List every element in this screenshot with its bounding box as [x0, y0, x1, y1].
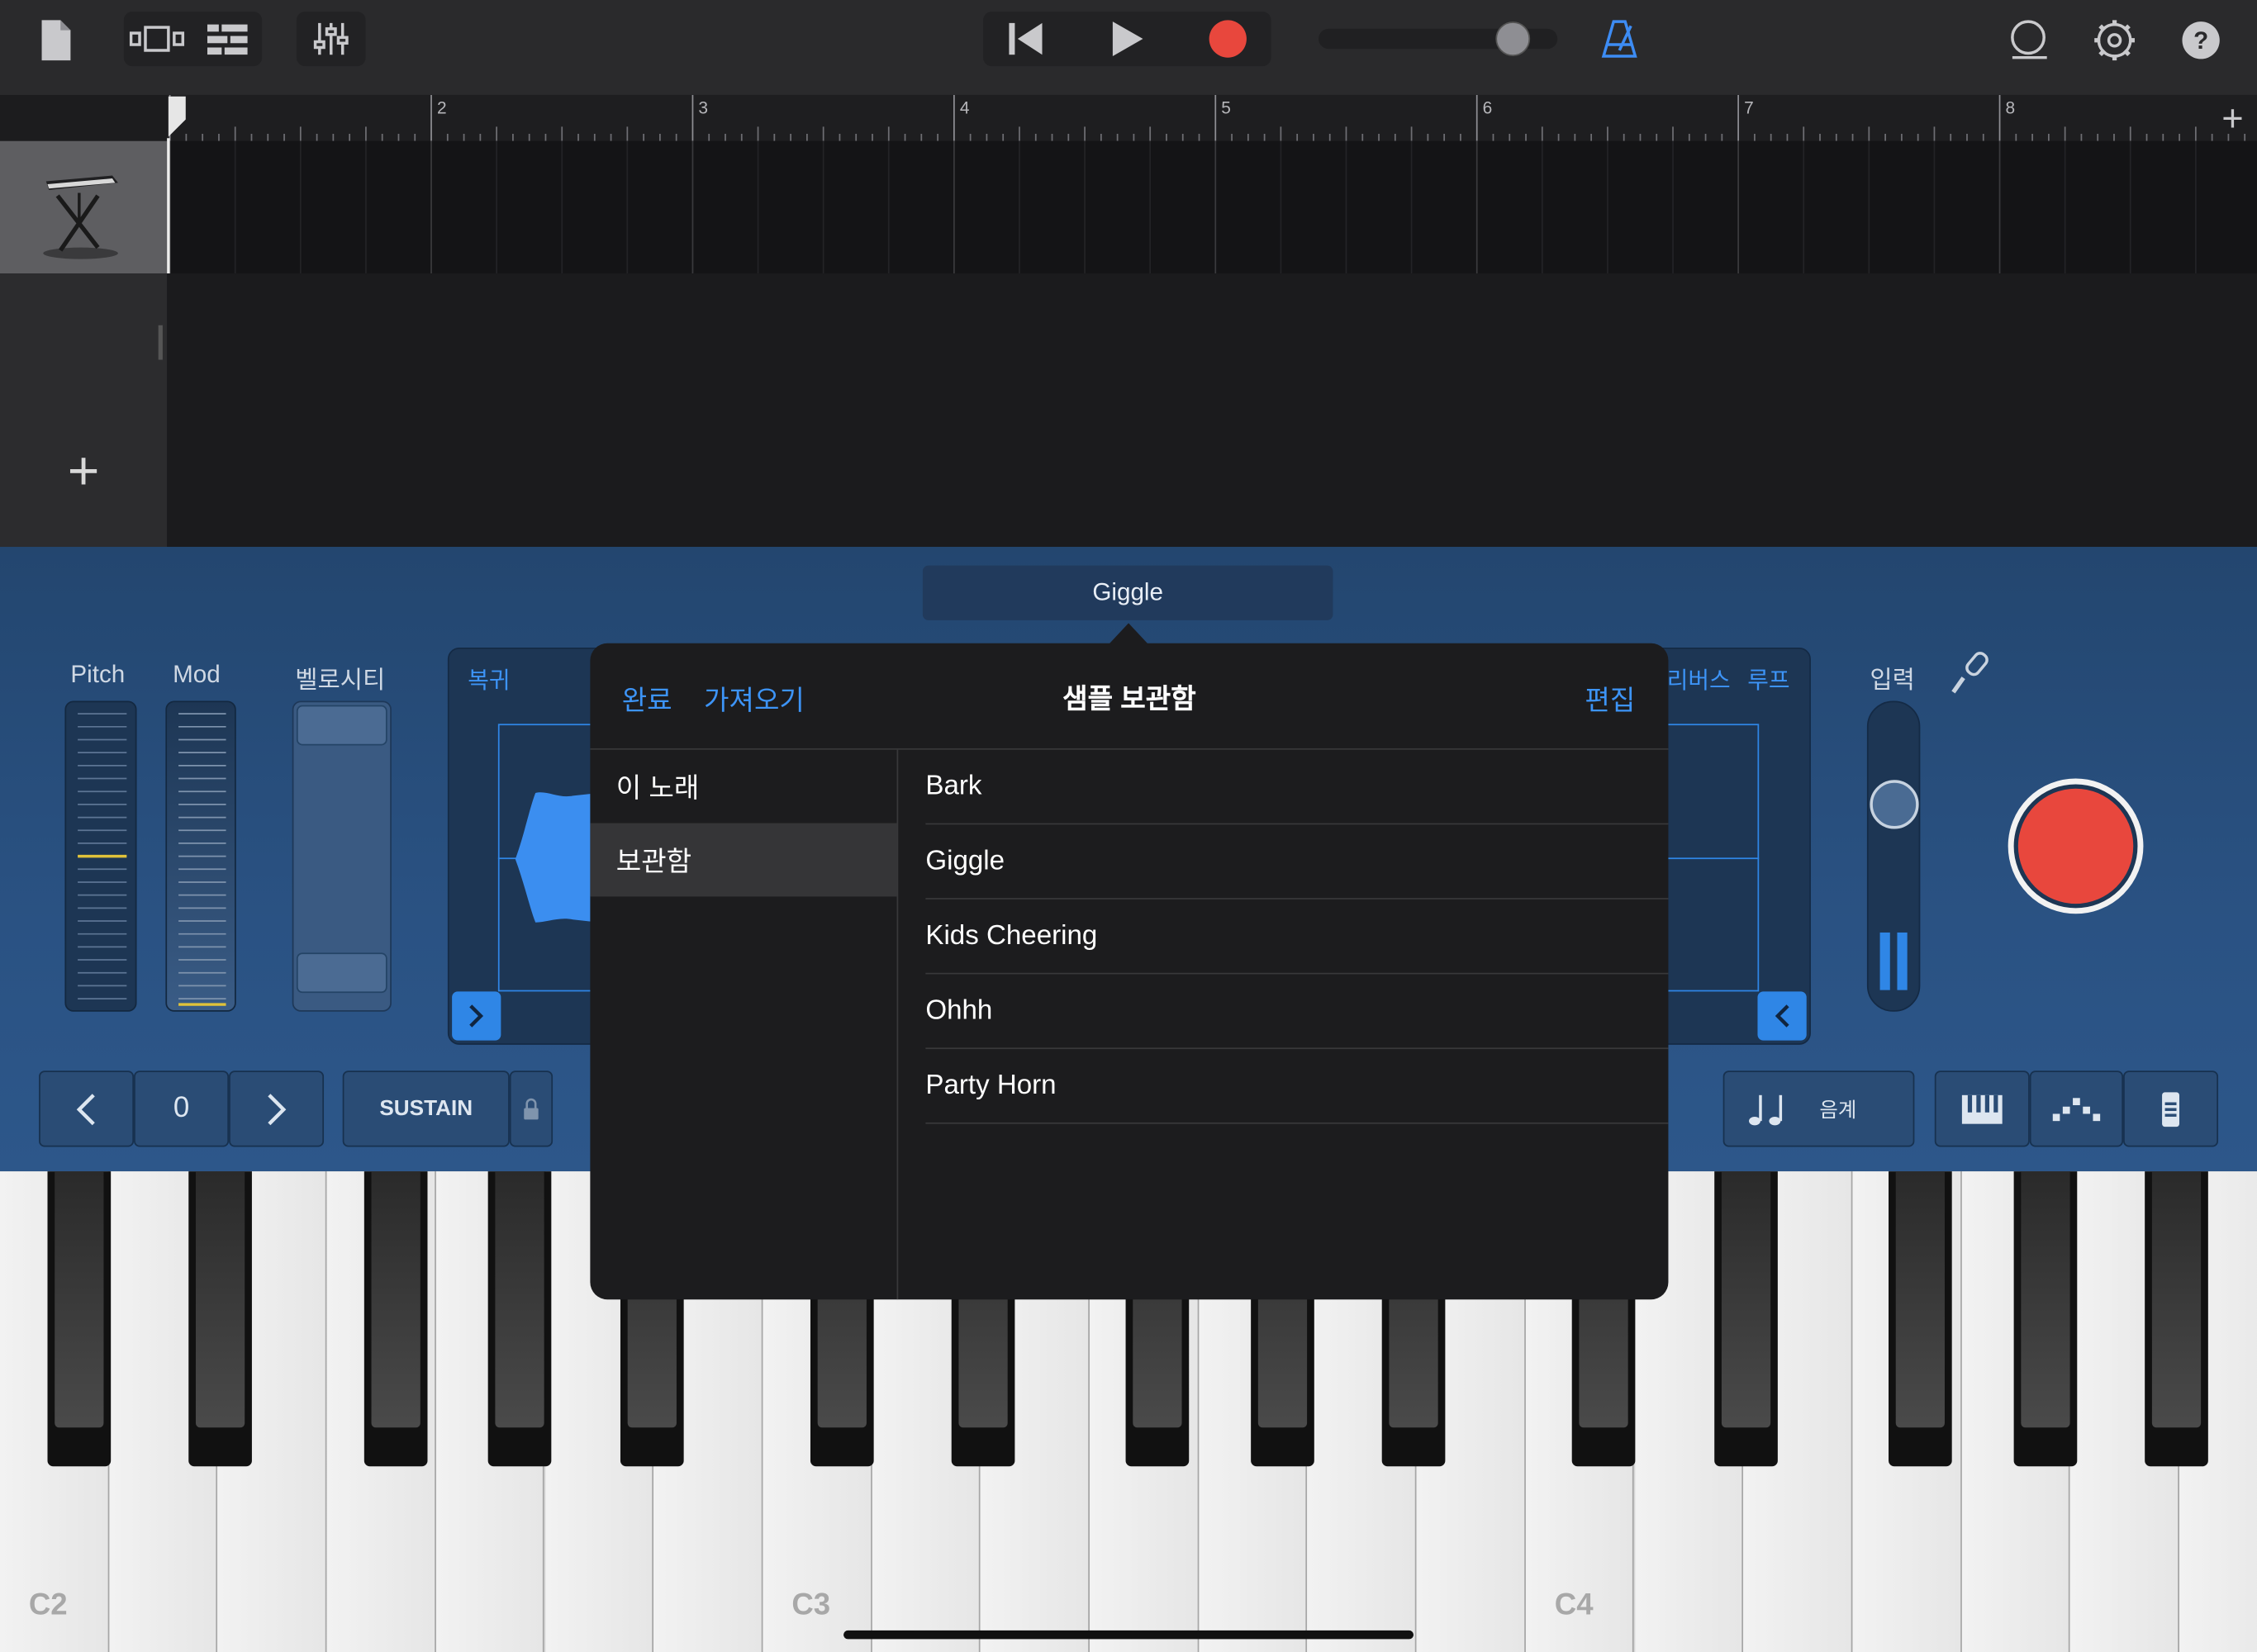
volume-knob[interactable]: [1495, 21, 1531, 56]
chevron-left-icon: [76, 1093, 95, 1125]
sample-library-popover: 완료 가져오기 샘플 보관함 편집 이 노래 보관함 Bark Giggle Kid…: [590, 643, 1669, 1300]
sidebar-item-library[interactable]: 보관함: [590, 823, 897, 897]
black-key[interactable]: [188, 1171, 252, 1467]
sample-list-item[interactable]: Kids Cheering: [925, 900, 1669, 975]
loop-browser-icon[interactable]: [2001, 14, 2055, 66]
black-key[interactable]: [487, 1171, 551, 1467]
sample-list-item[interactable]: Party Horn: [925, 1049, 1669, 1124]
chevron-right-icon: [268, 1093, 287, 1125]
playhead-marker[interactable]: [167, 95, 190, 138]
empty-track-area[interactable]: [0, 273, 2257, 548]
black-key[interactable]: [363, 1171, 427, 1467]
sample-list-item[interactable]: Ohhh: [925, 974, 1669, 1050]
bar-number-3: 3: [698, 97, 709, 118]
keyboard-mode-button[interactable]: [1934, 1070, 2030, 1147]
add-section-button[interactable]: +: [2214, 97, 2251, 138]
settings-icon[interactable]: [2087, 14, 2141, 66]
popover-title: 샘플 보관함: [1062, 685, 1196, 715]
bar-number-5: 5: [1221, 97, 1231, 118]
velocity-range-slider[interactable]: [292, 700, 392, 1012]
input-gain-knob[interactable]: [1870, 780, 1919, 829]
black-key[interactable]: [2145, 1171, 2209, 1467]
record-icon[interactable]: [1187, 14, 1268, 63]
mixer-icon[interactable]: [297, 12, 366, 66]
volume-slider[interactable]: [1319, 21, 1558, 56]
sustain-button[interactable]: SUSTAIN: [342, 1070, 510, 1147]
help-icon[interactable]: ?: [2177, 14, 2226, 66]
metronome-icon[interactable]: [1595, 14, 1644, 63]
octave-up-button[interactable]: [229, 1070, 325, 1147]
popover-arrow: [1108, 623, 1149, 645]
keyboard-track-header[interactable]: [0, 140, 168, 274]
revert-button[interactable]: 복귀: [468, 661, 510, 695]
view-toggle-icon[interactable]: [126, 14, 190, 63]
input-level-slider[interactable]: [1866, 700, 1921, 1012]
keyboard-instrument-icon: [43, 175, 118, 259]
chevron-right-icon: [469, 1004, 484, 1028]
sidebar-item-this-song[interactable]: 이 노래: [590, 750, 896, 824]
notes-icon: [1749, 1094, 1783, 1125]
velocity-label: 벨로시티: [295, 666, 386, 694]
pitch-label: Pitch: [70, 660, 126, 688]
sample-name-button[interactable]: Giggle: [922, 565, 1333, 620]
bar-number-2: 2: [436, 97, 447, 118]
rewind-icon[interactable]: [986, 14, 1067, 63]
loop-button[interactable]: 루프: [1747, 661, 1789, 695]
mod-wheel[interactable]: [165, 700, 236, 1012]
add-track-button[interactable]: +: [58, 444, 110, 501]
key-label-c2: C2: [28, 1588, 68, 1622]
pitch-wheel[interactable]: [64, 700, 137, 1012]
popover-sidebar-divider: [896, 749, 899, 1300]
chevron-left-icon: [1775, 1004, 1789, 1028]
arpeggiator-button[interactable]: [2029, 1070, 2124, 1147]
black-key[interactable]: [2012, 1171, 2077, 1467]
key-label-c4: C4: [1554, 1588, 1594, 1622]
bar-number-6: 6: [1482, 97, 1493, 118]
tracks-view-icon[interactable]: [196, 14, 259, 63]
sustain-lock[interactable]: [509, 1070, 554, 1147]
octave-down-button[interactable]: [39, 1070, 135, 1147]
piano-keys-icon: [1961, 1094, 2003, 1123]
top-toolbar: ?: [0, 0, 2257, 95]
keyboard-track-lane[interactable]: [167, 140, 2257, 274]
keyboard-settings-button[interactable]: [2123, 1070, 2219, 1147]
velocity-min-handle[interactable]: [296, 952, 387, 994]
trim-start-handle[interactable]: [452, 991, 501, 1041]
waveform: [515, 792, 599, 923]
scale-label: 음계: [1819, 1097, 1857, 1121]
black-key[interactable]: [46, 1171, 111, 1467]
reverse-button[interactable]: 리버스: [1667, 661, 1731, 695]
playhead-line: [167, 138, 170, 275]
input-level-meter: [1879, 932, 1890, 990]
lock-icon: [524, 1097, 539, 1119]
svg-text:?: ?: [2193, 27, 2208, 55]
track-resize-handle[interactable]: [158, 325, 163, 360]
home-indicator: [843, 1630, 1414, 1640]
input-label: 입력: [1870, 666, 1915, 694]
arpeggio-icon: [2051, 1097, 2100, 1121]
black-key[interactable]: [1713, 1171, 1778, 1467]
scale-button[interactable]: 음계: [1722, 1070, 1915, 1147]
play-icon[interactable]: [1087, 14, 1168, 63]
keyboard-size-icon: [2162, 1091, 2179, 1127]
bar-number-8: 8: [2005, 97, 2016, 118]
sample-record-button[interactable]: [2008, 778, 2144, 914]
input-mic-icon[interactable]: [1946, 649, 1995, 701]
black-key[interactable]: [1889, 1171, 1953, 1467]
mod-label: Mod: [173, 660, 221, 688]
bar-number-4: 4: [959, 97, 970, 118]
sample-list-item[interactable]: Giggle: [925, 824, 1669, 900]
sample-list-item[interactable]: Bark: [925, 750, 1669, 825]
velocity-max-handle[interactable]: [296, 705, 387, 746]
key-label-c3: C3: [791, 1588, 831, 1622]
timeline-ruler[interactable]: 12345678: [167, 94, 2257, 141]
track-header-column: [0, 273, 168, 548]
bar-number-7: 7: [1744, 97, 1754, 118]
edit-button[interactable]: 편집: [1585, 679, 1635, 718]
octave-value: 0: [134, 1070, 230, 1147]
document-icon[interactable]: [35, 17, 78, 64]
trim-end-handle[interactable]: [1757, 991, 1807, 1041]
